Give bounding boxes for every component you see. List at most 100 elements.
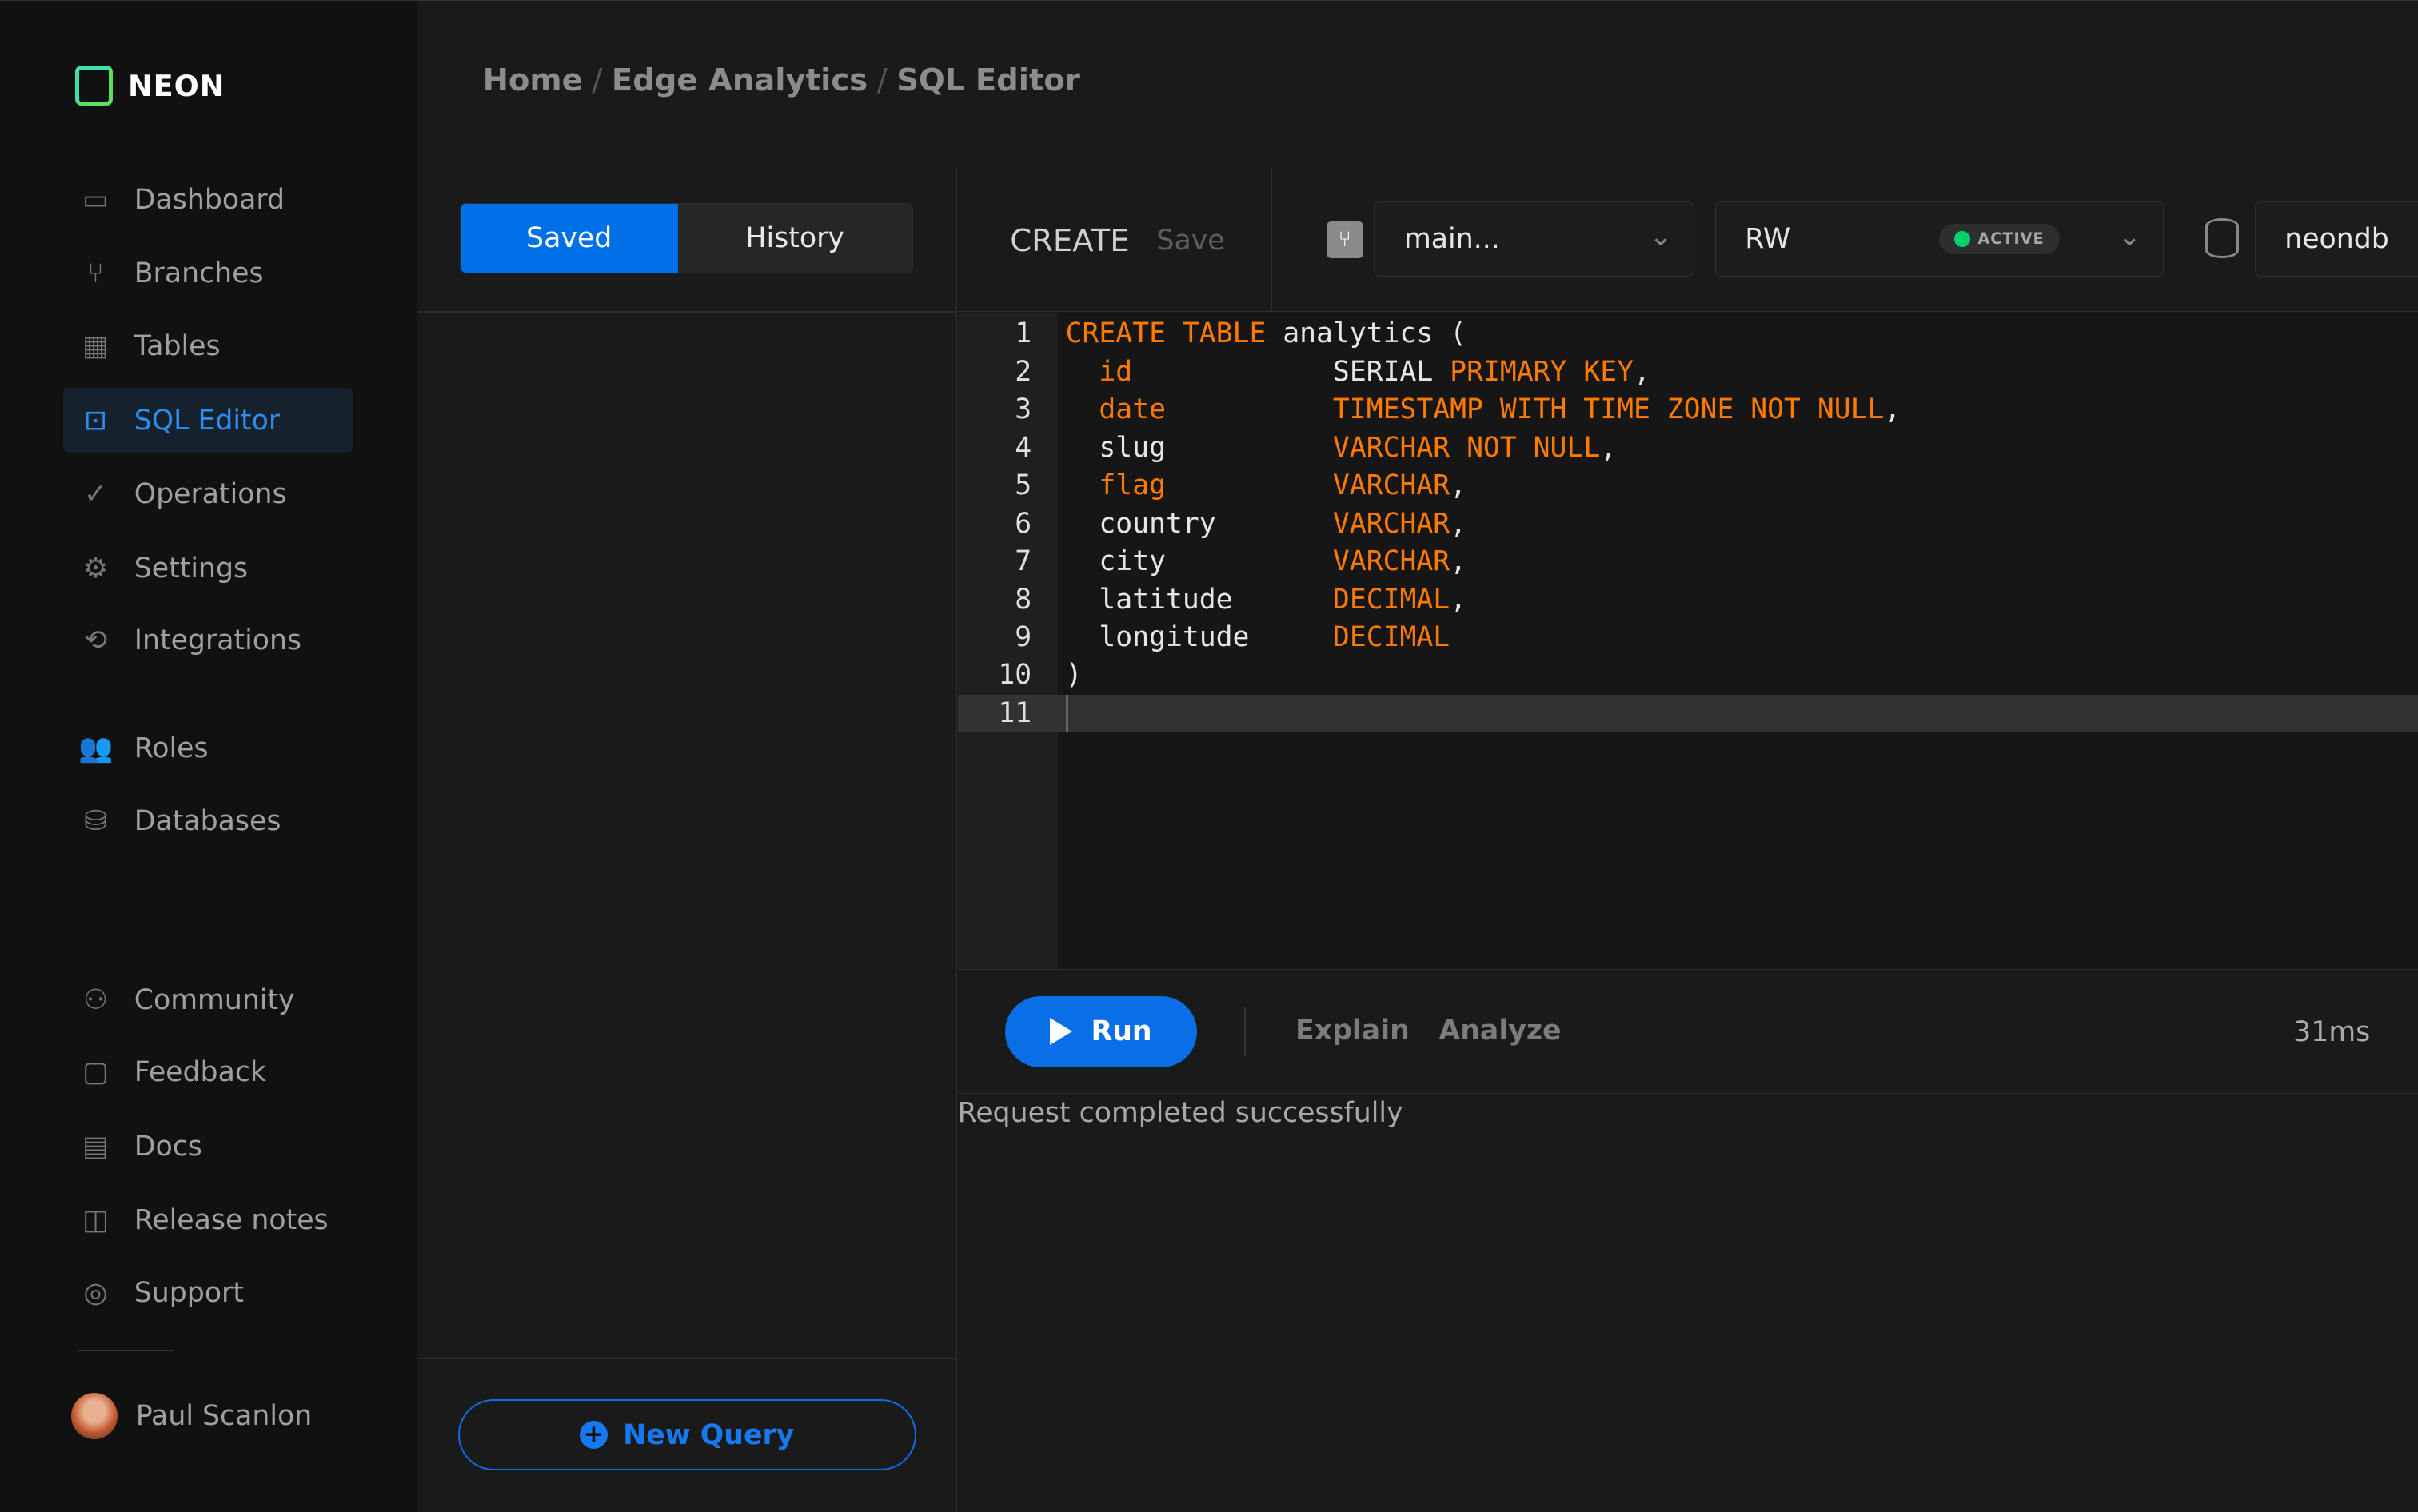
neon-logo[interactable]: NEON <box>75 65 225 106</box>
compute-select[interactable]: RW ACTIVE ⌄ <box>1714 201 2164 277</box>
sidebar-item-settings[interactable]: ⚙ Settings <box>63 536 353 600</box>
analyze-button[interactable]: Analyze <box>1438 1015 1561 1047</box>
breadcrumb-current: SQL Editor <box>896 62 1080 99</box>
play-icon <box>1050 1018 1072 1046</box>
sidebar-item-databases[interactable]: ⛁ Databases <box>63 788 353 853</box>
breadcrumb-home[interactable]: Home <box>483 62 583 98</box>
sidebar-item-operations[interactable]: ✓ Operations <box>63 462 353 527</box>
code-line: 6 country VARCHAR, <box>958 505 2418 543</box>
sidebar-item-label: Tables <box>134 329 221 362</box>
sidebar-item-dashboard[interactable]: ▭ Dashboard <box>63 167 353 232</box>
sql-identifier: longitude <box>1065 620 1333 653</box>
line-text: flag VARCHAR, <box>1066 467 1466 505</box>
line-text <box>1065 694 1068 732</box>
sidebar-item-integrations[interactable]: ⟲ Integrations <box>63 608 353 673</box>
line-text: longitude DECIMAL <box>1066 619 1450 656</box>
line-text: date TIMESTAMP WITH TIME ZONE NOT NULL, <box>1066 391 1901 429</box>
query-duration: 31ms <box>2293 1015 2371 1048</box>
sidebar-item-sql-editor[interactable]: ⊡ SQL Editor <box>63 388 353 453</box>
sidebar-item-tables[interactable]: ▦ Tables <box>63 313 353 378</box>
save-button[interactable]: Save <box>1156 225 1224 257</box>
line-text: city VARCHAR, <box>1066 543 1466 580</box>
branch-select[interactable]: main... ⌄ <box>1374 201 1695 277</box>
sql-keyword: VARCHAR <box>1332 507 1450 540</box>
sidebar-item-label: Roles <box>134 732 209 765</box>
line-text: latitude DECIMAL, <box>1066 581 1466 619</box>
code-line: 10) <box>958 656 2418 694</box>
tables-icon: ▦ <box>82 329 109 362</box>
sql-keyword: DECIMAL <box>1332 583 1450 616</box>
code-line: 5 flag VARCHAR, <box>958 467 2418 505</box>
sidebar-item-label: Community <box>134 983 295 1016</box>
queries-panel: Saved History + New Query <box>417 167 957 1512</box>
explain-button[interactable]: Explain <box>1295 1015 1410 1047</box>
chevron-down-icon: ⌄ <box>2117 220 2141 253</box>
branch-value: main... <box>1403 222 1500 255</box>
divider <box>417 1358 956 1360</box>
sidebar: NEON ▭ Dashboard ⑂ Branches ▦ Tables ⊡ SQL Edit… <box>0 1 417 1512</box>
support-icon: ◎ <box>83 1277 108 1310</box>
query-title: CREATE <box>1010 222 1130 259</box>
docs-icon: ▤ <box>82 1130 109 1163</box>
breadcrumb-separator: / <box>592 62 603 99</box>
divider <box>1271 167 1273 311</box>
line-number: 8 <box>1015 583 1032 616</box>
user-profile[interactable]: Paul Scanlon <box>63 1384 353 1449</box>
database-value: neondb <box>2284 222 2389 255</box>
line-number: 6 <box>1015 507 1032 540</box>
sidebar-item-label: Operations <box>134 478 287 511</box>
dashboard-icon: ▭ <box>82 183 109 216</box>
line-text: country VARCHAR, <box>1066 505 1466 543</box>
sql-identifier: SERIAL <box>1132 355 1450 388</box>
line-number: 2 <box>1015 355 1032 388</box>
code-line: 4 slug VARCHAR NOT NULL, <box>958 429 2418 467</box>
compute-value: RW <box>1745 222 1791 255</box>
database-select[interactable]: neondb <box>2254 201 2418 277</box>
new-query-button[interactable]: + New Query <box>457 1399 916 1470</box>
tab-saved[interactable]: Saved <box>460 203 678 273</box>
sidebar-item-label: Feedback <box>134 1056 267 1089</box>
tab-history[interactable]: History <box>678 204 912 273</box>
sql-keyword: CREATE TABLE <box>1065 317 1267 350</box>
code-editor[interactable]: 1 CREATE TABLE analytics (2 id SERIAL PRI… <box>957 312 2418 970</box>
sidebar-item-label: Branches <box>134 257 264 290</box>
sql-keyword: id <box>1065 355 1133 388</box>
sidebar-item-roles[interactable]: 👥 Roles <box>63 716 353 781</box>
release-notes-icon: ◫ <box>82 1204 109 1237</box>
breadcrumb: Home / Edge Analytics / SQL Editor <box>483 62 1080 98</box>
branches-icon: ⑂ <box>87 257 104 290</box>
queries-tabs: Saved History <box>459 202 913 274</box>
sql-identifier: slug <box>1065 431 1333 464</box>
community-icon: ⚇ <box>82 983 109 1016</box>
sql-keyword: flag VARCHAR <box>1065 469 1450 502</box>
run-button[interactable]: Run <box>1005 995 1197 1067</box>
sql-identifier: city <box>1065 545 1333 578</box>
code-line: 3 date TIMESTAMP WITH TIME ZONE NOT NULL… <box>958 391 2418 429</box>
sidebar-item-label: Docs <box>134 1130 202 1163</box>
sidebar-item-release-notes[interactable]: ◫ Release notes <box>63 1188 353 1253</box>
breadcrumb-project[interactable]: Edge Analytics <box>612 62 868 98</box>
sidebar-item-branches[interactable]: ⑂ Branches <box>63 241 353 306</box>
code-line: 2 id SERIAL PRIMARY KEY, <box>958 353 2418 391</box>
integrations-icon: ⟲ <box>84 624 108 657</box>
chevron-down-icon: ⌄ <box>1649 220 1673 253</box>
branch-icon: ⑂ <box>1326 221 1363 259</box>
line-number: 7 <box>1015 545 1032 578</box>
database-icon <box>2205 217 2240 259</box>
status-badge: ACTIVE <box>1939 223 2060 255</box>
sql-keyword: VARCHAR <box>1332 545 1450 578</box>
sql-identifier: , <box>1600 431 1618 464</box>
sidebar-item-community[interactable]: ⚇ Community <box>63 967 353 1032</box>
line-text: id SERIAL PRIMARY KEY, <box>1066 353 1650 391</box>
line-text: ) <box>1066 656 1083 694</box>
avatar <box>70 1393 118 1440</box>
line-number: 10 <box>998 659 1032 692</box>
sidebar-item-feedback[interactable]: ▢ Feedback <box>63 1040 353 1105</box>
sidebar-item-support[interactable]: ◎ Support <box>63 1261 353 1326</box>
sidebar-divider <box>77 1350 174 1352</box>
sql-identifier: , <box>1884 393 1901 426</box>
line-number: 1 <box>1015 317 1032 350</box>
sidebar-item-label: Databases <box>134 804 281 837</box>
sidebar-item-docs[interactable]: ▤ Docs <box>63 1114 353 1179</box>
sql-identifier: , <box>1634 355 1650 388</box>
